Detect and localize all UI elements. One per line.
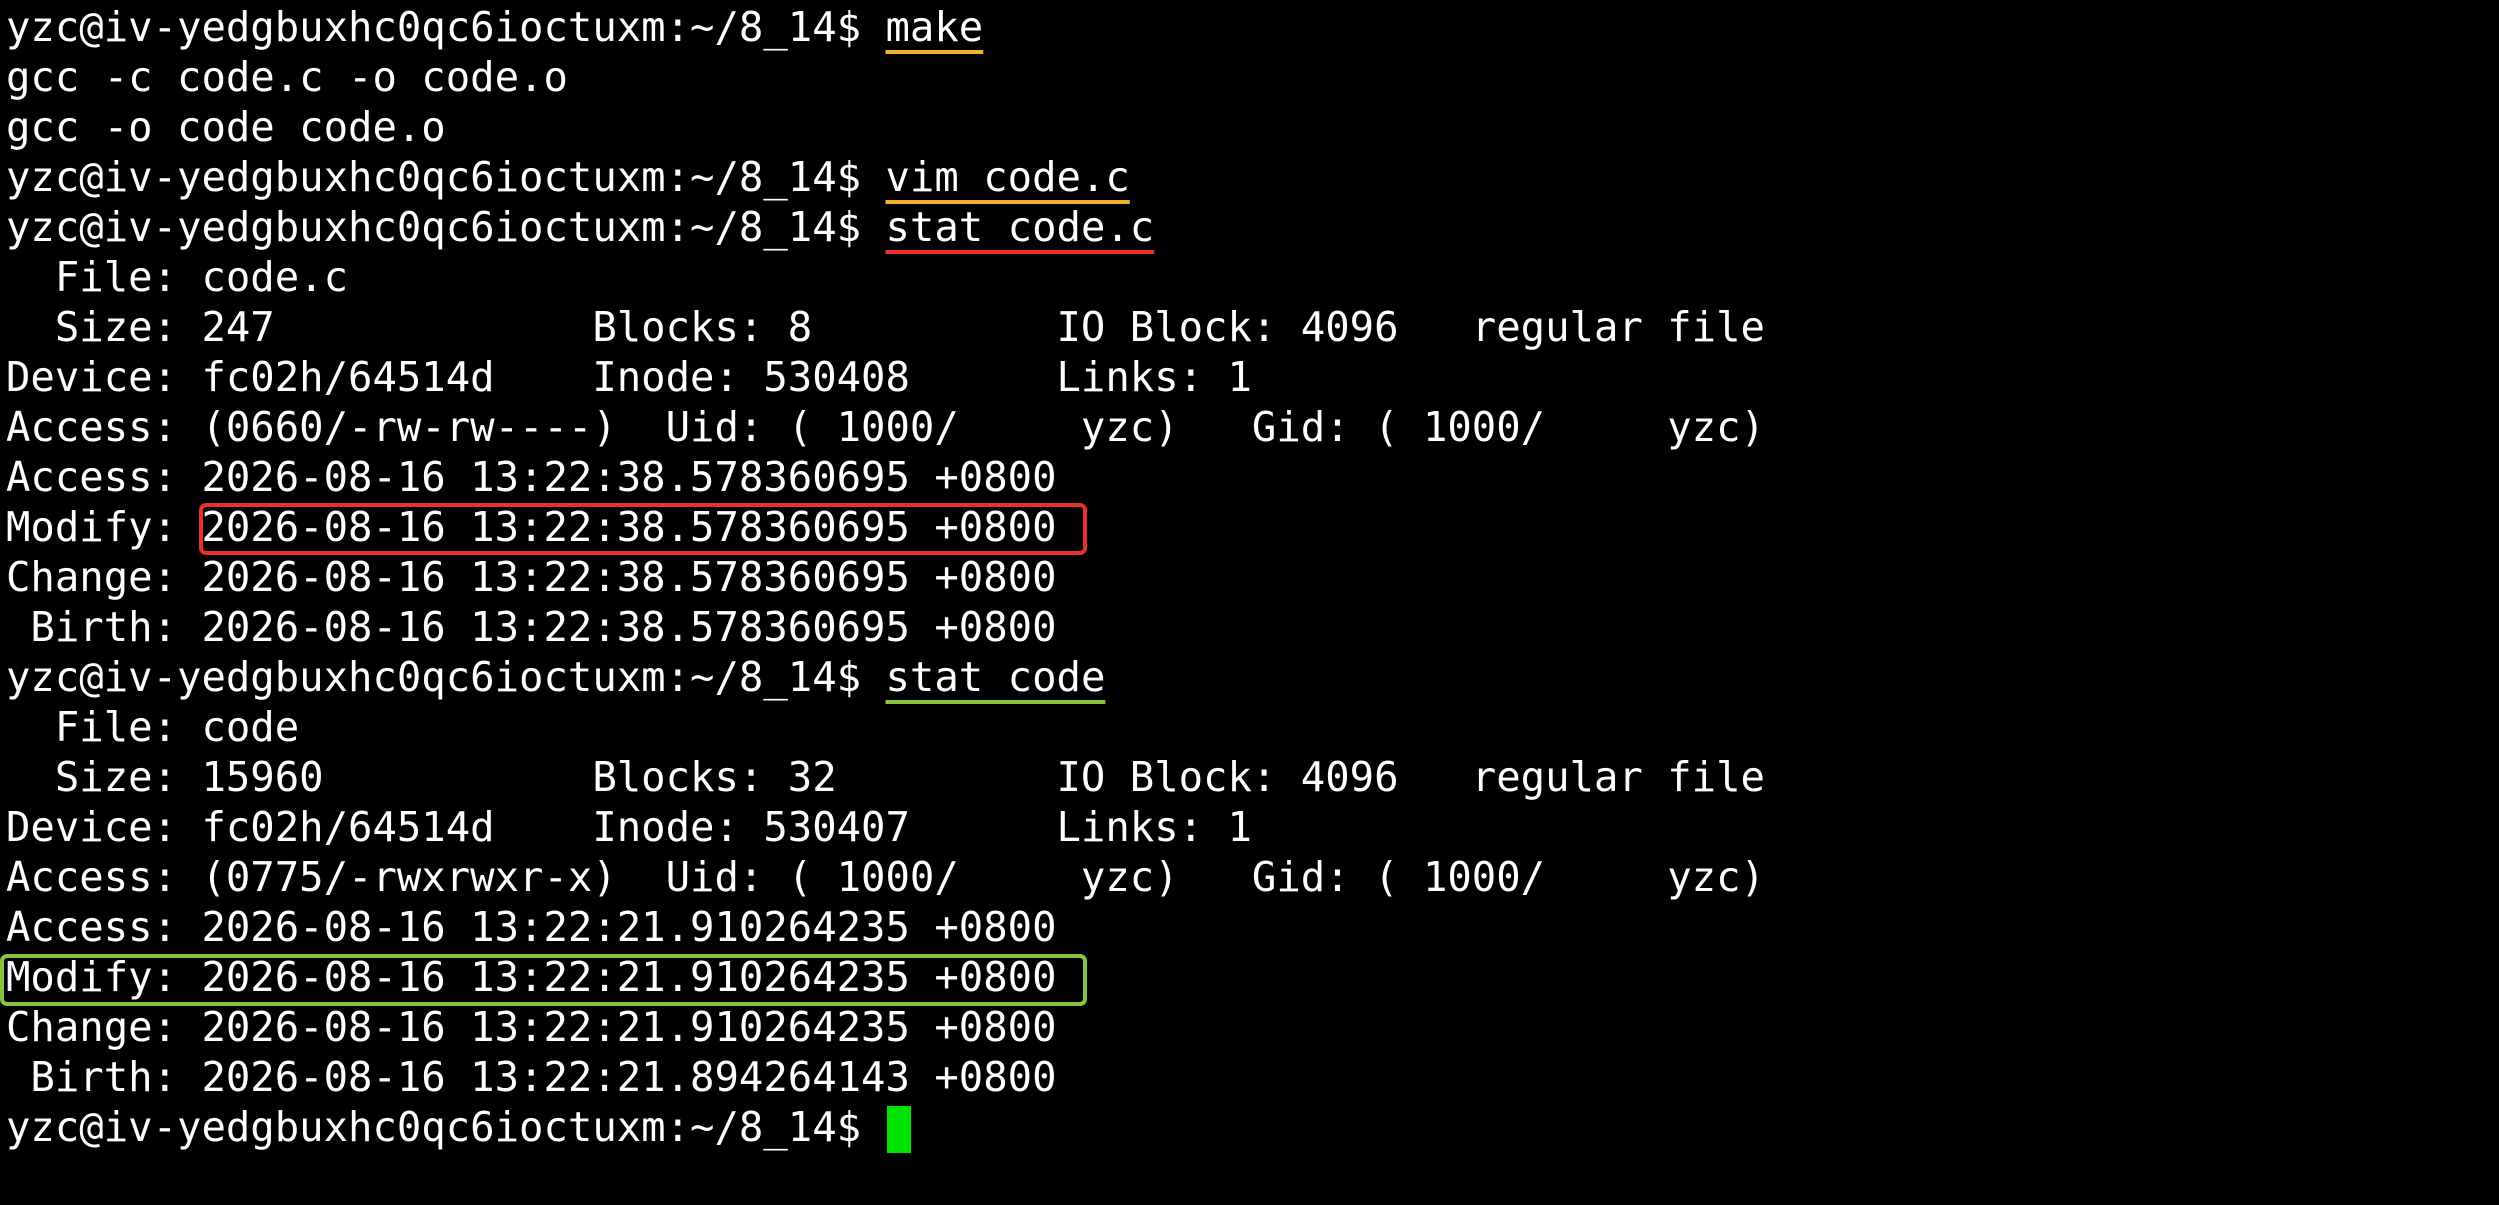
command-stat-binary: stat code xyxy=(885,653,1106,701)
stat-access-time-line: Access: 2026-08-16 13:22:21.910264235 +0… xyxy=(6,903,1057,951)
stat-modify-label: Modify: xyxy=(6,503,202,551)
prompt-line: yzc@iv-yedgbuxhc0qc6ioctuxm:~/8_14$ make xyxy=(6,2,1765,52)
stat-permissions-line: Access: (0775/-rwxrwxr-x) Uid: ( 1000/ y… xyxy=(6,853,1765,901)
stat-change-time-line: Change: 2026-08-16 13:22:21.910264235 +0… xyxy=(6,1003,1057,1051)
modify-time-highlight-box xyxy=(199,503,1087,555)
command-vim: vim code.c xyxy=(885,153,1130,201)
stat-access-time-line: Access: 2026-08-16 13:22:38.578360695 +0… xyxy=(6,453,1057,501)
text-cursor xyxy=(887,1106,912,1153)
stat-size-line: Size: 15960 Blocks: 32 IO Block: 4096 re… xyxy=(6,753,1765,801)
stat-birth-time-line: Birth: 2026-08-16 13:22:38.578360695 +08… xyxy=(6,603,1057,651)
prompt-line: yzc@iv-yedgbuxhc0qc6ioctuxm:~/8_14$ stat… xyxy=(6,202,1765,252)
prompt-line: yzc@iv-yedgbuxhc0qc6ioctuxm:~/8_14$ xyxy=(6,1102,1765,1153)
output-line: gcc -c code.c -o code.o xyxy=(6,53,568,101)
stat-device-line: Device: fc02h/64514d Inode: 530408 Links… xyxy=(6,353,1252,401)
stat-device-line: Device: fc02h/64514d Inode: 530407 Links… xyxy=(6,803,1252,851)
stat-file-line: File: code xyxy=(6,703,300,751)
command-make: make xyxy=(885,3,984,51)
shell-prompt: yzc@iv-yedgbuxhc0qc6ioctuxm:~/8_14$ xyxy=(6,653,862,701)
stat-file-line: File: code.c xyxy=(6,253,349,301)
output-line: gcc -o code code.o xyxy=(6,103,446,151)
terminal-window[interactable]: yzc@iv-yedgbuxhc0qc6ioctuxm:~/8_14$ make… xyxy=(0,0,2499,1205)
command-stat-source: stat code.c xyxy=(885,203,1155,251)
shell-prompt: yzc@iv-yedgbuxhc0qc6ioctuxm:~/8_14$ xyxy=(6,153,862,201)
stat-birth-time-line: Birth: 2026-08-16 13:22:21.894264143 +08… xyxy=(6,1053,1057,1101)
prompt-line: yzc@iv-yedgbuxhc0qc6ioctuxm:~/8_14$ vim … xyxy=(6,152,1765,202)
shell-prompt: yzc@iv-yedgbuxhc0qc6ioctuxm:~/8_14$ xyxy=(6,1103,862,1151)
stat-change-time-line: Change: 2026-08-16 13:22:38.578360695 +0… xyxy=(6,553,1057,601)
shell-prompt: yzc@iv-yedgbuxhc0qc6ioctuxm:~/8_14$ xyxy=(6,3,862,51)
stat-permissions-line: Access: (0660/-rw-rw----) Uid: ( 1000/ y… xyxy=(6,403,1765,451)
shell-prompt: yzc@iv-yedgbuxhc0qc6ioctuxm:~/8_14$ xyxy=(6,203,862,251)
prompt-line: yzc@iv-yedgbuxhc0qc6ioctuxm:~/8_14$ stat… xyxy=(6,652,1765,702)
modify-line-highlight-box xyxy=(0,954,1087,1006)
stat-size-line: Size: 247 Blocks: 8 IO Block: 4096 regul… xyxy=(6,303,1765,351)
